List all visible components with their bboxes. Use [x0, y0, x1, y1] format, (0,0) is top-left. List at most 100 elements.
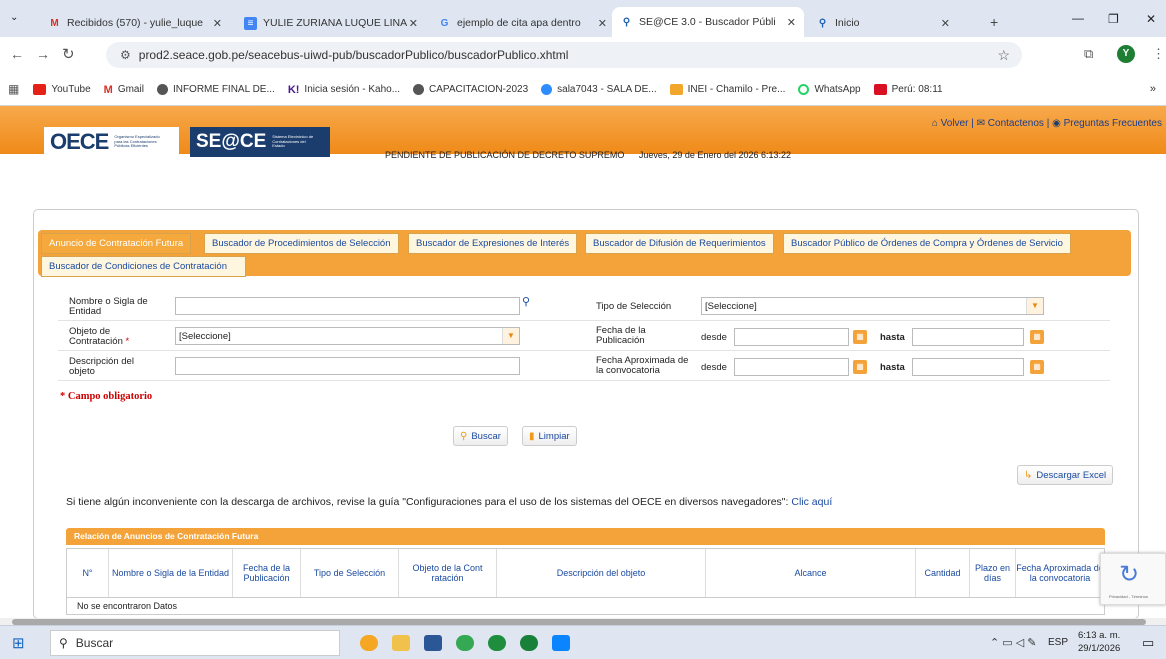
star-icon[interactable]: ☆	[997, 47, 1010, 64]
col-entidad[interactable]: Nombre o Sigla de la Entidad	[109, 549, 233, 597]
required-note: * Campo obligatorio	[60, 391, 153, 402]
bookmark-youtube[interactable]: YouTube	[33, 83, 91, 95]
tab-ordenes[interactable]: Buscador Público de Órdenes de Compra y …	[783, 233, 1071, 254]
entidad-label: Nombre o Sigla de Entidad	[69, 296, 148, 317]
menu-icon[interactable]: ⋮	[1152, 46, 1165, 62]
clic-aqui-link[interactable]: Clic aquí	[791, 496, 832, 508]
store-icon[interactable]	[552, 635, 570, 651]
browser-tab-inicio[interactable]: ⚲ Inicio ✕	[808, 8, 958, 38]
clock[interactable]: 6:13 a. m. 29/1/2026	[1078, 629, 1120, 655]
search-icon[interactable]: ⚲	[522, 295, 530, 308]
new-tab-icon[interactable]: +	[990, 14, 998, 30]
limpiar-button[interactable]: ▮ Limpiar	[522, 426, 577, 446]
gmail-icon: M	[50, 17, 59, 29]
bookmark-zoom[interactable]: sala7043 - SALA DE...	[541, 83, 657, 95]
bookmark-inei[interactable]: INEI - Chamilo - Pre...	[669, 83, 785, 95]
close-icon[interactable]: ✕	[941, 17, 950, 30]
browser-tab-docs[interactable]: ≡ YULIE ZURIANA LUQUE LINA ✕	[236, 8, 426, 38]
pub-hasta-input[interactable]	[912, 328, 1024, 346]
reload-icon[interactable]: ↻	[62, 45, 75, 63]
address-bar[interactable]: ⚙ prod2.seace.gob.pe/seacebus-uiwd-pub/b…	[106, 42, 1022, 68]
col-cantidad[interactable]: Cantidad	[916, 549, 970, 597]
calendar-icon[interactable]: ▦	[1030, 330, 1044, 344]
browser-tab-seace[interactable]: ⚲ SE@CE 3.0 - Buscador Públi ✕	[612, 7, 804, 37]
tab-expresiones[interactable]: Buscador de Expresiones de Interés	[408, 233, 578, 254]
entidad-input[interactable]	[175, 297, 520, 315]
forward-icon[interactable]: →	[36, 46, 50, 62]
descripcion-input[interactable]	[175, 357, 520, 375]
table-title: Relación de Anuncios de Contratación Fut…	[66, 528, 1105, 545]
profile-avatar[interactable]: Y	[1117, 45, 1135, 63]
col-plazo[interactable]: Plazo en días	[970, 549, 1016, 597]
app-icon[interactable]	[424, 635, 442, 651]
browser-tab-google[interactable]: G ejemplo de cita apa dentro ✕	[430, 8, 615, 38]
recaptcha-icon: ↻	[1119, 561, 1140, 588]
pub-desde-input[interactable]	[734, 328, 849, 346]
oece-logo: OECE Organismo Especializado para las Co…	[44, 127, 179, 157]
col-tipo[interactable]: Tipo de Selección	[301, 549, 399, 597]
site-info-icon[interactable]: ⚙	[120, 48, 131, 62]
windows-start-icon[interactable]: ⊞	[12, 634, 25, 652]
col-numero[interactable]: N°	[67, 549, 109, 597]
tab-procedimientos[interactable]: Buscador de Procedimientos de Selección	[204, 233, 399, 254]
close-icon[interactable]: ✕	[598, 17, 607, 30]
bookmark-capacitacion[interactable]: CAPACITACION-2023	[413, 83, 528, 95]
calendar-icon[interactable]: ▦	[1030, 360, 1044, 374]
volver-link[interactable]: Volver	[941, 118, 969, 129]
tab-anuncio[interactable]: Anuncio de Contratación Futura	[41, 233, 192, 254]
chrome-icon[interactable]	[360, 635, 378, 651]
chrome-profile-icon[interactable]	[456, 635, 474, 651]
close-window-icon[interactable]: ✕	[1146, 12, 1156, 26]
recaptcha-badge[interactable]: ↻ Privacidad - Términos	[1100, 553, 1166, 605]
buscar-button[interactable]: ⚲ Buscar	[453, 426, 508, 446]
notifications-icon[interactable]: ▭	[1142, 635, 1154, 651]
bookmarks-bar: ▦ YouTube M Gmail INFORME FINAL DE... K! I…	[0, 73, 1166, 106]
download-notice: Si tiene algún inconveniente con la desc…	[66, 496, 833, 508]
google-icon: G	[440, 17, 449, 29]
chrome-profile-icon[interactable]	[488, 635, 506, 651]
aprox-desde-input[interactable]	[734, 358, 849, 376]
contactenos-link[interactable]: Contactenos	[988, 118, 1044, 129]
chrome-profile-icon[interactable]	[520, 635, 538, 651]
bookmark-whatsapp[interactable]: WhatsApp	[798, 83, 861, 95]
gmail-icon: M	[103, 83, 113, 96]
aprox-hasta-input[interactable]	[912, 358, 1024, 376]
results-table: N° Nombre o Sigla de la Entidad Fecha de…	[66, 548, 1105, 598]
preguntas-link[interactable]: Preguntas Frecuentes	[1064, 118, 1162, 129]
close-icon[interactable]: ✕	[213, 17, 222, 30]
empty-row: No se encontraron Datos	[66, 598, 1105, 615]
bookmark-informe[interactable]: INFORME FINAL DE...	[156, 83, 275, 95]
top-links: ⌂ Volver | ✉ Contactenos | ◉ Preguntas F…	[931, 118, 1162, 129]
bookmark-gmail[interactable]: M Gmail	[103, 83, 144, 96]
close-icon[interactable]: ✕	[787, 16, 796, 29]
tab-difusion[interactable]: Buscador de Difusión de Requerimientos	[585, 233, 774, 254]
tab-condiciones[interactable]: Buscador de Condiciones de Contratación	[41, 256, 246, 277]
restore-icon[interactable]: ❐	[1108, 12, 1119, 26]
taskbar-search[interactable]: ⚲ Buscar	[50, 630, 340, 656]
col-alcance[interactable]: Alcance	[706, 549, 916, 597]
fecha-aprox-label: Fecha Aproximada de la convocatoria	[596, 355, 689, 376]
col-fecha-aprox[interactable]: Fecha Aproximada de la convocatoria	[1016, 549, 1104, 597]
close-icon[interactable]: ✕	[409, 17, 418, 30]
browser-tab-gmail[interactable]: M Recibidos (570) - yulie_luque ✕	[40, 8, 230, 38]
extensions-icon[interactable]: ⧉	[1084, 46, 1093, 62]
calendar-icon[interactable]: ▦	[853, 360, 867, 374]
back-icon[interactable]: ←	[10, 46, 24, 62]
objeto-select[interactable]: [Seleccione] ▼	[175, 327, 520, 345]
minimize-icon[interactable]: —	[1072, 11, 1084, 25]
file-explorer-icon[interactable]	[392, 635, 410, 651]
col-fecha-publicacion[interactable]: Fecha de la Publicación	[233, 549, 301, 597]
more-bookmarks-icon[interactable]: »	[1150, 83, 1156, 95]
tipo-select[interactable]: [Seleccione] ▼	[701, 297, 1044, 315]
col-objeto[interactable]: Objeto de la Cont ratación	[399, 549, 497, 597]
system-tray-icons[interactable]: ⌃ ▭ ◁ ✎	[990, 636, 1036, 649]
apps-grid-icon[interactable]: ▦	[8, 82, 19, 96]
col-descripcion[interactable]: Descripción del objeto	[497, 549, 706, 597]
bookmark-peru[interactable]: Perú: 08:11	[873, 83, 943, 95]
language-indicator[interactable]: ESP	[1048, 637, 1068, 648]
tab-search-chevron-icon[interactable]: ⌄	[10, 12, 18, 23]
descargar-excel-button[interactable]: ↳ Descargar Excel	[1017, 465, 1114, 485]
calendar-icon[interactable]: ▦	[853, 330, 867, 344]
url-text: prod2.seace.gob.pe/seacebus-uiwd-pub/bus…	[138, 48, 569, 62]
bookmark-kahoot[interactable]: K! Inicia sesión - Kaho...	[288, 84, 400, 96]
